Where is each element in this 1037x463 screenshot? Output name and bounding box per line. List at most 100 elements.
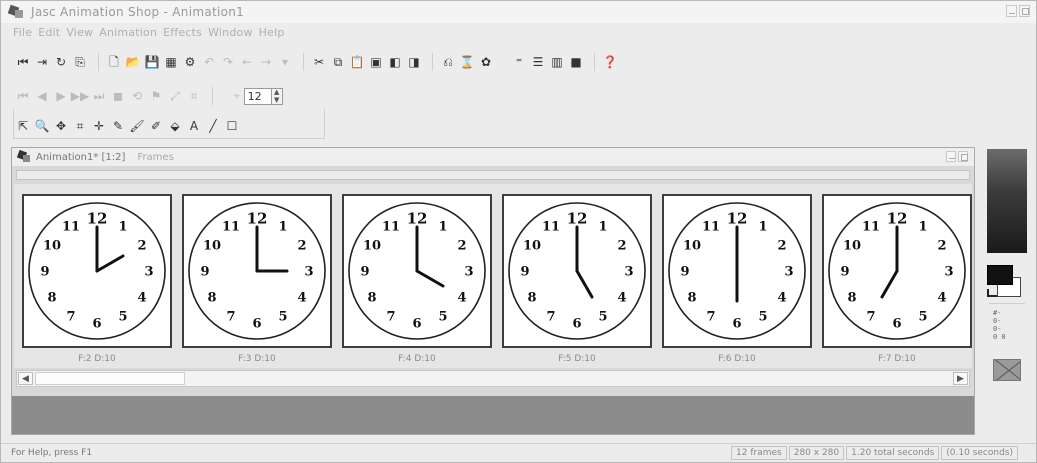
paste-new-icon[interactable]: ▣	[368, 54, 384, 70]
document-minimize-button[interactable]	[946, 151, 956, 162]
clock-numeral: 12	[407, 210, 428, 228]
frame-thumbnail[interactable]: 12 1 2 3 4 5 6 7 8 9 10 11	[342, 194, 492, 348]
panel-icon[interactable]: ■	[568, 54, 584, 70]
resize-icon[interactable]: ⤢	[167, 88, 183, 104]
paste-before-icon[interactable]: ◨	[406, 54, 422, 70]
crop-tool-icon[interactable]: ⌗	[72, 118, 88, 134]
clock-numeral: 7	[866, 310, 875, 325]
swap-colors-icon[interactable]	[987, 289, 997, 297]
stop-icon[interactable]: ◼	[110, 88, 126, 104]
zoom-tool-icon[interactable]: 🔍	[34, 118, 50, 134]
clock-numeral: 8	[207, 291, 216, 306]
layout-icon[interactable]: ▥	[549, 54, 565, 70]
clock-face: 12 12 3 45 6 78 9 1011	[188, 202, 326, 340]
clock-face: 12 12 3 45 6 78 9 1011	[828, 202, 966, 340]
clock-numeral: 12	[727, 210, 748, 228]
save-icon[interactable]: 💾	[144, 54, 160, 70]
foreground-color-swatch[interactable]	[987, 265, 1013, 285]
frame-thumbnail[interactable]: 12 1 2 3 4 5 6 7 8 9 10 11	[662, 194, 812, 348]
transition-icon[interactable]: ⌛	[459, 54, 475, 70]
clock-numeral: 5	[438, 310, 447, 325]
paintbrush-tool-icon[interactable]: 🖌	[129, 118, 145, 134]
effect-icon[interactable]: ✿	[478, 54, 494, 70]
insert-frame-icon[interactable]: ⎌	[440, 54, 456, 70]
clock-numeral: 8	[847, 291, 856, 306]
eraser-tool-icon[interactable]: ✐	[148, 118, 164, 134]
film-icon[interactable]: ▦	[163, 54, 179, 70]
wizard-icon[interactable]: ⚙	[182, 54, 198, 70]
clock-numeral: 3	[944, 265, 953, 280]
back-icon[interactable]: ←	[239, 54, 255, 70]
document-icon[interactable]	[16, 149, 30, 163]
clock-numeral: 4	[297, 291, 306, 306]
undo-icon[interactable]: ↶	[201, 54, 217, 70]
app-icon[interactable]	[7, 4, 25, 19]
clock-numeral: 9	[40, 265, 49, 280]
color-gradient-picker[interactable]	[987, 149, 1027, 253]
arrow-tool-icon[interactable]: ⇱	[15, 118, 31, 134]
vcr-clip-icon[interactable]: ⎘	[72, 54, 88, 70]
text-tool-icon[interactable]: A	[186, 118, 202, 134]
menu-window[interactable]: Window	[208, 26, 253, 39]
help-icon[interactable]: ❓	[602, 54, 618, 70]
frame-thumbnail[interactable]: 12 1 2 3 4 5 6 7 8 9 10 11	[822, 194, 972, 348]
menu-animation[interactable]: Animation	[99, 26, 157, 39]
crop-icon[interactable]: ⌗	[186, 88, 202, 104]
clock-numeral: 10	[843, 239, 861, 254]
cut-icon[interactable]: ✂	[311, 54, 327, 70]
scroll-left-icon[interactable]: ◀	[18, 372, 33, 385]
frame-spinner-input[interactable]: 12	[243, 87, 272, 105]
redo-icon[interactable]: ↷	[220, 54, 236, 70]
frame-view-icon[interactable]: ☰	[530, 54, 546, 70]
new-icon[interactable]: 🗋	[106, 54, 122, 70]
clock-numeral: 2	[137, 239, 146, 254]
clock-numeral: 10	[523, 239, 541, 254]
frame-thumbnail[interactable]: 12 1 2 3 4 5 6 7 8 9 10 11	[182, 194, 332, 348]
transparent-color-icon[interactable]	[993, 359, 1021, 381]
next-frame-icon[interactable]: ▶▶	[71, 88, 89, 104]
menu-help[interactable]: Help	[259, 26, 285, 39]
vcr-reload-icon[interactable]: ↻	[53, 54, 69, 70]
last-frame-icon[interactable]: ⏭	[91, 88, 107, 104]
play-icon[interactable]: ▶	[53, 88, 69, 104]
horizontal-scrollbar[interactable]: ◀ ▶	[16, 370, 970, 387]
paste-icon[interactable]: 📋	[349, 54, 365, 70]
menu-view[interactable]: View	[66, 26, 93, 39]
frame-thumbnail[interactable]: 12 1 2 3 4 5 6 7 8 9 10 11	[22, 194, 172, 348]
paste-after-icon[interactable]: ◧	[387, 54, 403, 70]
minimize-button[interactable]	[1006, 5, 1017, 17]
resize-grip-icon[interactable]	[1020, 446, 1034, 460]
dropper-tool-icon[interactable]: ✎	[110, 118, 126, 134]
rectangle-tool-icon[interactable]: ☐	[224, 118, 240, 134]
menu-effects[interactable]: Effects	[163, 26, 202, 39]
document-window-controls	[946, 151, 968, 162]
maximize-button[interactable]	[1019, 5, 1030, 17]
scroll-right-icon[interactable]: ▶	[953, 372, 968, 385]
spinner-arrows[interactable]: ▲ ▼	[271, 87, 283, 105]
dropdown-icon[interactable]: ▾	[277, 54, 293, 70]
prev-frame-icon[interactable]: ◀	[34, 88, 50, 104]
menu-edit[interactable]: Edit	[38, 26, 60, 39]
frame-thumbnail[interactable]: 12 1 2 3 4 5 6 7 8 9 10 11	[502, 194, 652, 348]
vcr-first-icon[interactable]: ⏮	[15, 54, 31, 70]
scroll-thumb[interactable]	[35, 372, 185, 385]
clock-numeral: 8	[47, 291, 56, 306]
open-icon[interactable]: 📂	[125, 54, 141, 70]
line-tool-icon[interactable]: ╱	[205, 118, 221, 134]
document-maximize-button[interactable]	[958, 151, 968, 162]
fill-tool-icon[interactable]: ⬙	[167, 118, 183, 134]
loop-icon[interactable]: ⟲	[129, 88, 145, 104]
first-frame-icon[interactable]: ⏮	[15, 88, 31, 104]
selection-tool-icon[interactable]: ✛	[91, 118, 107, 134]
view-animation-icon[interactable]: ⁼	[511, 54, 527, 70]
clock-numeral: 12	[567, 210, 588, 228]
toolbar-separator	[303, 53, 304, 71]
clock-numeral: 3	[624, 265, 633, 280]
forward-icon[interactable]: →	[258, 54, 274, 70]
copy-icon[interactable]: ⧉	[330, 54, 346, 70]
vcr-arrow-icon[interactable]: ⇥	[34, 54, 50, 70]
mover-tool-icon[interactable]: ✥	[53, 118, 69, 134]
clock-numeral: 4	[137, 291, 146, 306]
properties-icon[interactable]: ⚑	[148, 88, 164, 104]
menu-file[interactable]: File	[13, 26, 32, 39]
